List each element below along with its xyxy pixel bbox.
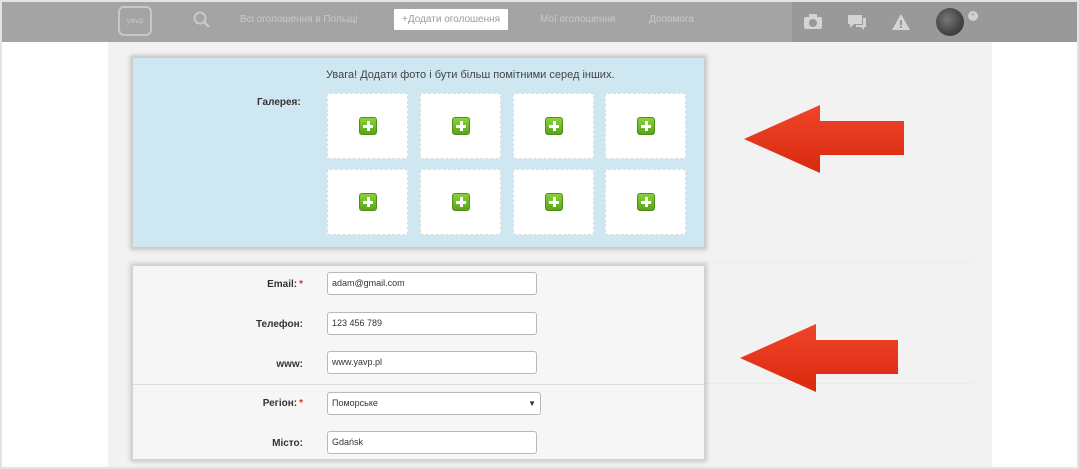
annotation-arrow-icon [740, 324, 898, 392]
avatar[interactable] [936, 8, 964, 36]
photo-upload-slot[interactable] [513, 169, 594, 235]
nav-link-my-ads[interactable]: Мої оголошення [540, 14, 615, 25]
form-divider [133, 384, 704, 385]
nav-link-all-ads[interactable]: Всі оголошення в Польщі [240, 14, 357, 25]
plus-icon [637, 117, 655, 135]
photo-upload-slot[interactable] [605, 93, 686, 159]
email-field[interactable]: adam@gmail.com [327, 272, 537, 295]
region-label: Регіон: * [262, 398, 303, 409]
site-logo[interactable]: yavp [118, 6, 152, 36]
email-label: Email: * [267, 279, 303, 290]
chevron-down-icon: ▼ [528, 399, 536, 408]
city-field[interactable]: Gdańsk [327, 431, 537, 454]
gallery-label: Галерея: [257, 97, 301, 108]
plus-icon [545, 117, 563, 135]
website-field[interactable]: www.yavp.pl [327, 351, 537, 374]
region-select[interactable]: Поморське ▼ [327, 392, 541, 415]
chat-icon[interactable] [846, 12, 868, 32]
photo-notice: Увага! Додати фото і бути більш помітним… [326, 69, 615, 81]
alert-icon[interactable] [890, 12, 912, 32]
annotation-arrow-icon [744, 105, 904, 173]
nav-link-add-ad[interactable]: +Додати оголошення [394, 9, 509, 30]
plus-icon [452, 117, 470, 135]
photo-upload-slot[interactable] [513, 93, 594, 159]
plus-icon [359, 117, 377, 135]
region-selected-value: Поморське [332, 398, 378, 408]
city-label: Місто: [272, 438, 303, 449]
required-marker: * [299, 398, 303, 409]
phone-field[interactable]: 123 456 789 [327, 312, 537, 335]
top-navigation-bar: yavp Всі оголошення в Польщі +Додати ого… [2, 2, 1079, 42]
plus-icon [359, 193, 377, 211]
required-marker: * [299, 279, 303, 290]
search-icon[interactable] [192, 10, 212, 30]
plus-icon [545, 193, 563, 211]
section-divider [704, 262, 974, 263]
phone-label: Телефон: [255, 319, 303, 330]
photo-upload-slot[interactable] [327, 93, 408, 159]
photo-upload-slot[interactable] [327, 169, 408, 235]
gallery-panel: Увага! Додати фото і бути більш помітним… [133, 58, 704, 247]
notification-badge: • [968, 11, 978, 21]
camera-icon[interactable] [802, 12, 824, 32]
www-label: www: [276, 359, 303, 370]
photo-upload-slot[interactable] [420, 93, 501, 159]
photo-upload-slot[interactable] [420, 169, 501, 235]
contact-form-panel: Email: * adam@gmail.com Телефон: 123 456 … [133, 266, 704, 459]
nav-link-help[interactable]: Допомога [649, 14, 694, 25]
plus-icon [637, 193, 655, 211]
photo-upload-slot[interactable] [605, 169, 686, 235]
plus-icon [452, 193, 470, 211]
